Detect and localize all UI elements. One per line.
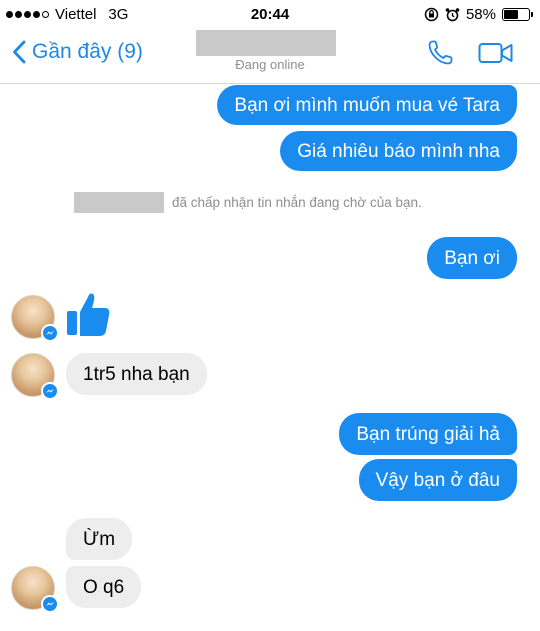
contact-name-redacted [74,192,164,213]
avatar[interactable] [11,295,59,342]
thumbs-up-icon[interactable] [64,290,112,338]
message-bubble-incoming[interactable]: O q6 [66,566,142,608]
conversation-header: Gần đây (9) Đang online [0,30,540,84]
accepted-request-notice: đã chấp nhận tin nhắn đang chờ của bạn. [74,192,422,213]
status-bar: Viettel 3G 20:44 58% [0,0,540,30]
message-bubble-incoming[interactable]: Ừm [66,518,133,560]
battery-level [504,10,518,19]
contact-name-redacted [196,30,336,56]
avatar[interactable] [11,353,59,400]
rotation-lock-icon [424,7,439,22]
message-bubble-outgoing[interactable]: Vậy bạn ở đâu [358,459,517,501]
message-bubble-outgoing[interactable]: Bạn ơi mình muốn mua vé Tara [217,85,517,125]
phone-icon[interactable] [425,38,455,68]
message-bubble-incoming[interactable]: 1tr5 nha bạn [66,353,207,395]
video-camera-icon[interactable] [478,42,514,64]
message-bubble-outgoing[interactable]: Bạn ơi [427,237,517,279]
message-bubble-outgoing[interactable]: Bạn trúng giải hả [339,413,517,455]
alarm-icon [445,8,460,22]
battery-icon [502,8,533,21]
contact-status: Đang online [235,57,305,72]
messenger-badge-icon [41,595,59,613]
avatar[interactable] [11,566,59,613]
battery-percent: 58% [465,6,496,23]
message-bubble-outgoing[interactable]: Giá nhiêu báo mình nha [280,131,517,171]
messenger-badge-icon [41,382,59,400]
status-right: 58% [424,6,533,23]
notice-text: đã chấp nhận tin nhắn đang chờ của bạn. [172,195,422,210]
messenger-badge-icon [41,324,59,342]
